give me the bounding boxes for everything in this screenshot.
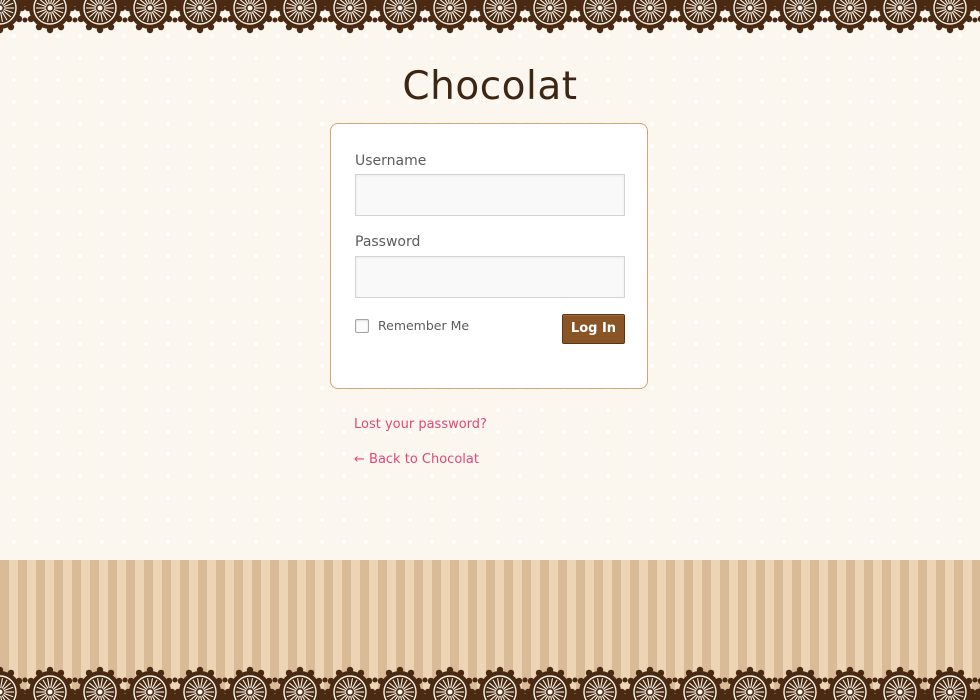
bottom-lace-border xyxy=(0,662,980,700)
lost-password-link[interactable]: Lost your password? xyxy=(354,417,487,432)
password-input[interactable] xyxy=(355,256,625,298)
log-in-button[interactable]: Log In xyxy=(562,314,625,344)
remember-me-label[interactable]: Remember Me xyxy=(378,318,469,333)
username-input[interactable] xyxy=(355,174,625,216)
username-label: Username xyxy=(355,153,427,169)
back-to-site-link[interactable]: ← Back to Chocolat xyxy=(354,452,479,467)
login-form: Username Password Remember Me Log In xyxy=(330,123,648,389)
remember-me-checkbox[interactable] xyxy=(355,318,369,333)
remember-me[interactable]: Remember Me xyxy=(355,318,469,333)
top-lace-border xyxy=(0,0,980,36)
password-label: Password xyxy=(355,234,421,250)
site-title: Chocolat xyxy=(402,64,578,109)
